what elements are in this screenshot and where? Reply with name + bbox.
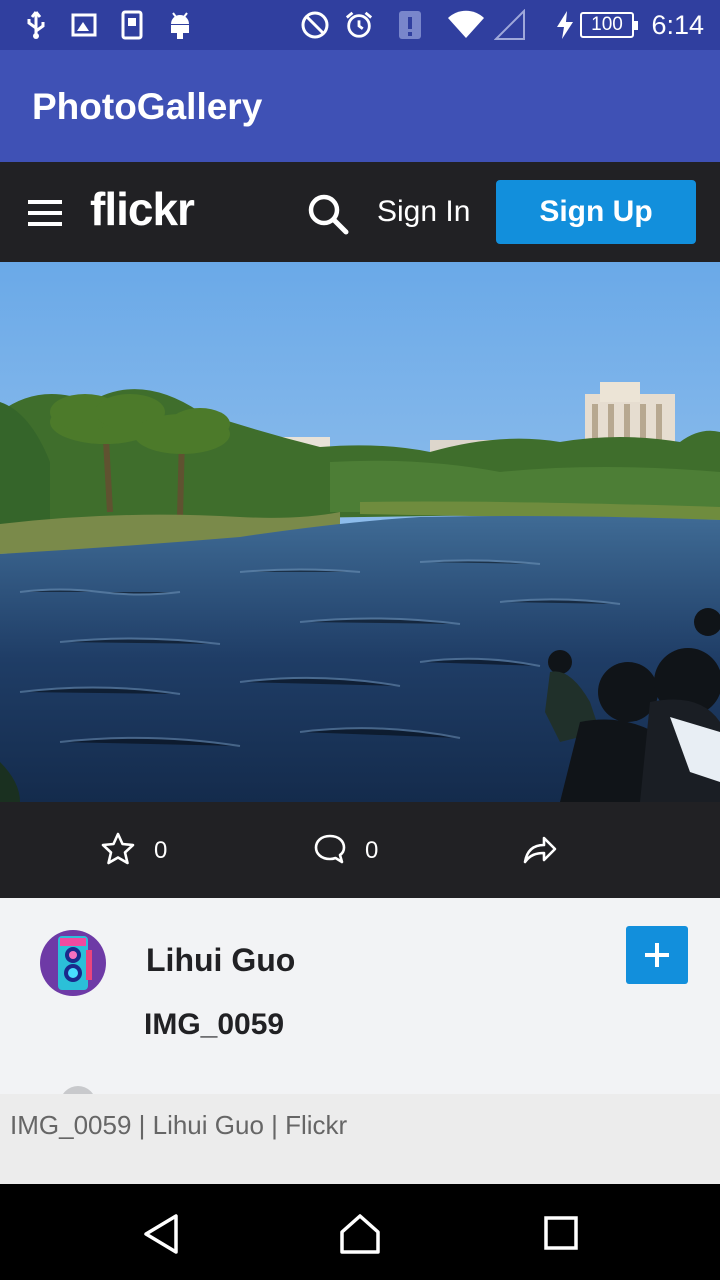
charging-icon	[554, 8, 576, 42]
menu-icon[interactable]	[28, 198, 64, 228]
comment-button[interactable]: 0	[313, 832, 378, 870]
photo-info: Lihui Guo IMG_0059	[0, 898, 720, 1094]
add-button[interactable]	[626, 926, 688, 984]
clock: 6:14	[651, 10, 704, 40]
no-disturb-icon	[300, 8, 330, 42]
image-icon	[70, 8, 98, 42]
back-icon[interactable]	[140, 1212, 184, 1256]
share-button[interactable]	[522, 832, 558, 870]
favorites-count: 0	[154, 837, 168, 864]
photo[interactable]	[0, 262, 720, 802]
avatar-placeholder	[60, 1086, 96, 1094]
username[interactable]: Lihui Guo	[146, 942, 295, 979]
navigation-bar	[0, 1184, 720, 1280]
recents-icon[interactable]	[540, 1212, 584, 1256]
sign-in-link[interactable]: Sign In	[377, 195, 470, 229]
search-icon[interactable]	[306, 192, 350, 236]
sim-icon	[118, 8, 146, 42]
page-title: IMG_0059 | Lihui Guo | Flickr	[10, 1110, 348, 1140]
comments-count: 0	[365, 837, 379, 864]
signal-icon	[494, 8, 526, 42]
home-icon[interactable]	[338, 1212, 382, 1256]
photo-title: IMG_0059	[144, 1008, 285, 1041]
sign-up-button[interactable]: Sign Up	[496, 180, 696, 244]
app-title: PhotoGallery	[32, 86, 263, 127]
star-icon	[100, 831, 136, 871]
usb-icon	[22, 8, 50, 42]
photo-actions-bar: 0 0	[0, 802, 720, 898]
alert-icon	[396, 8, 424, 42]
wifi-icon	[446, 8, 486, 42]
status-bar: 100 6:14	[0, 0, 720, 50]
page-title-bar: IMG_0059 | Lihui Guo | Flickr	[0, 1094, 720, 1184]
share-icon	[522, 832, 558, 870]
flickr-logo[interactable]: flickr	[90, 182, 195, 236]
battery-indicator: 100	[580, 12, 638, 38]
flickr-header: flickr Sign In Sign Up	[0, 162, 720, 262]
favorite-button[interactable]: 0	[100, 832, 167, 870]
android-icon	[166, 8, 194, 42]
comment-icon	[313, 832, 347, 870]
alarm-icon	[344, 8, 374, 42]
app-bar: PhotoGallery	[0, 50, 720, 162]
avatar[interactable]	[40, 930, 106, 996]
